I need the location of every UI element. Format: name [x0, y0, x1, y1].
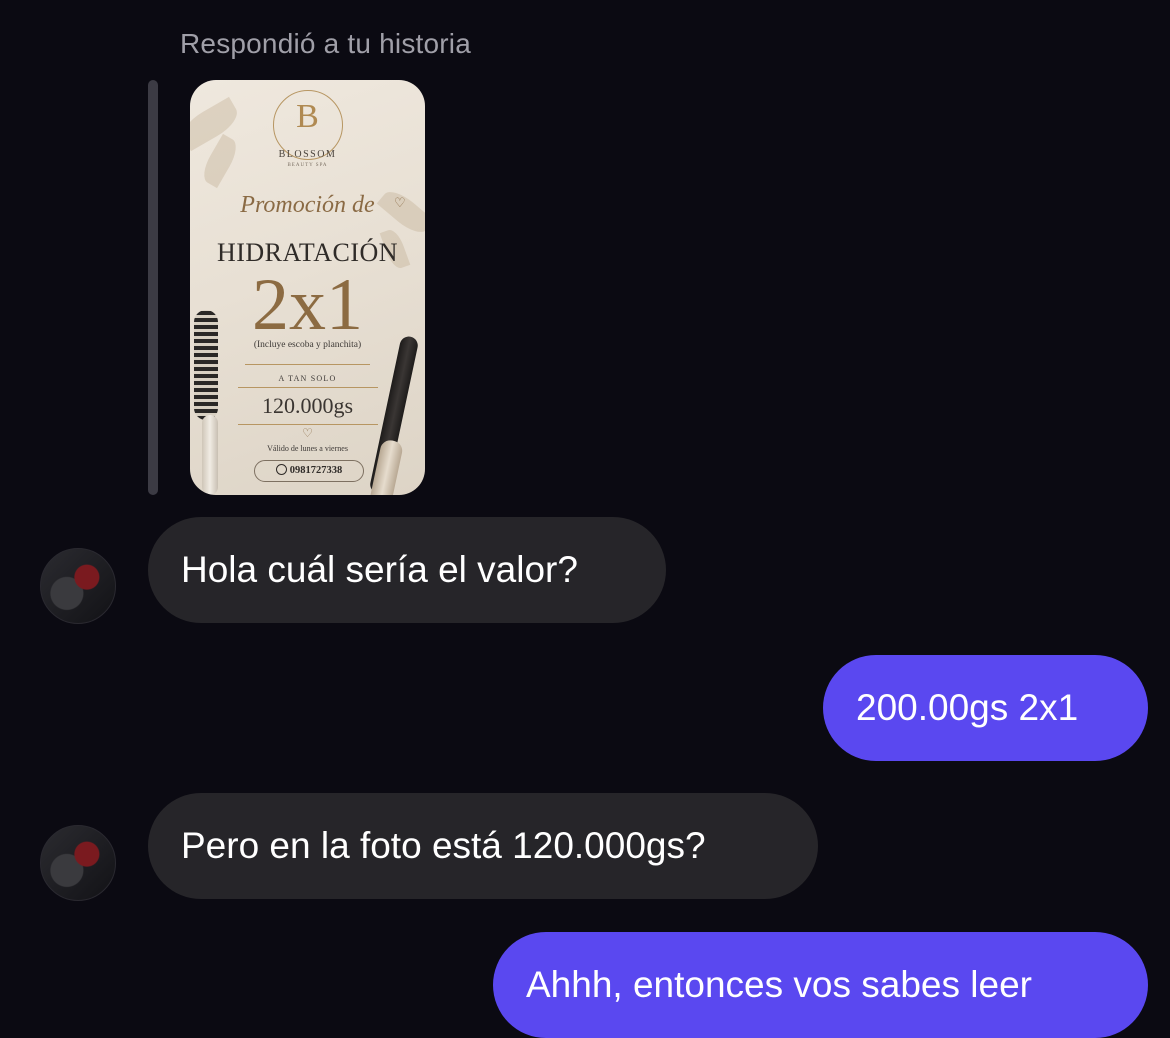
- message-incoming[interactable]: Hola cuál sería el valor?: [148, 517, 666, 623]
- hair-brush-image: [194, 310, 218, 420]
- message-outgoing[interactable]: 200.00gs 2x1: [823, 655, 1148, 761]
- story-reply-label: Respondió a tu historia: [180, 28, 471, 59]
- brand-logo-letter: B: [296, 98, 319, 135]
- avatar[interactable]: [40, 548, 116, 624]
- price-lead: A TAN SOLO: [278, 374, 337, 383]
- promo-includes: (Incluye escoba y planchita): [253, 340, 362, 350]
- avatar[interactable]: [40, 825, 116, 901]
- story-thumbnail[interactable]: B BLOSSOM BEAUTY SPA Promoción de ♡ HIDR…: [190, 80, 425, 495]
- divider: [245, 364, 370, 365]
- brand-name: BLOSSOM: [278, 149, 337, 160]
- phone-number: 0981727338: [289, 465, 343, 476]
- message-outgoing[interactable]: Ahhh, entonces vos sabes leer: [493, 932, 1148, 1038]
- message-incoming[interactable]: Pero en la foto está 120.000gs?: [148, 793, 818, 899]
- brand-subtitle: BEAUTY SPA: [287, 163, 328, 168]
- heart-icon: ♡: [394, 195, 406, 210]
- whatsapp-icon: [275, 464, 287, 475]
- reply-quote-line: [148, 80, 158, 495]
- promo-offer: 2x1: [252, 264, 363, 346]
- hair-brush-handle: [202, 415, 218, 495]
- promo-script-heading: Promoción de: [240, 192, 375, 218]
- phone-pill: 0981727338: [254, 460, 364, 482]
